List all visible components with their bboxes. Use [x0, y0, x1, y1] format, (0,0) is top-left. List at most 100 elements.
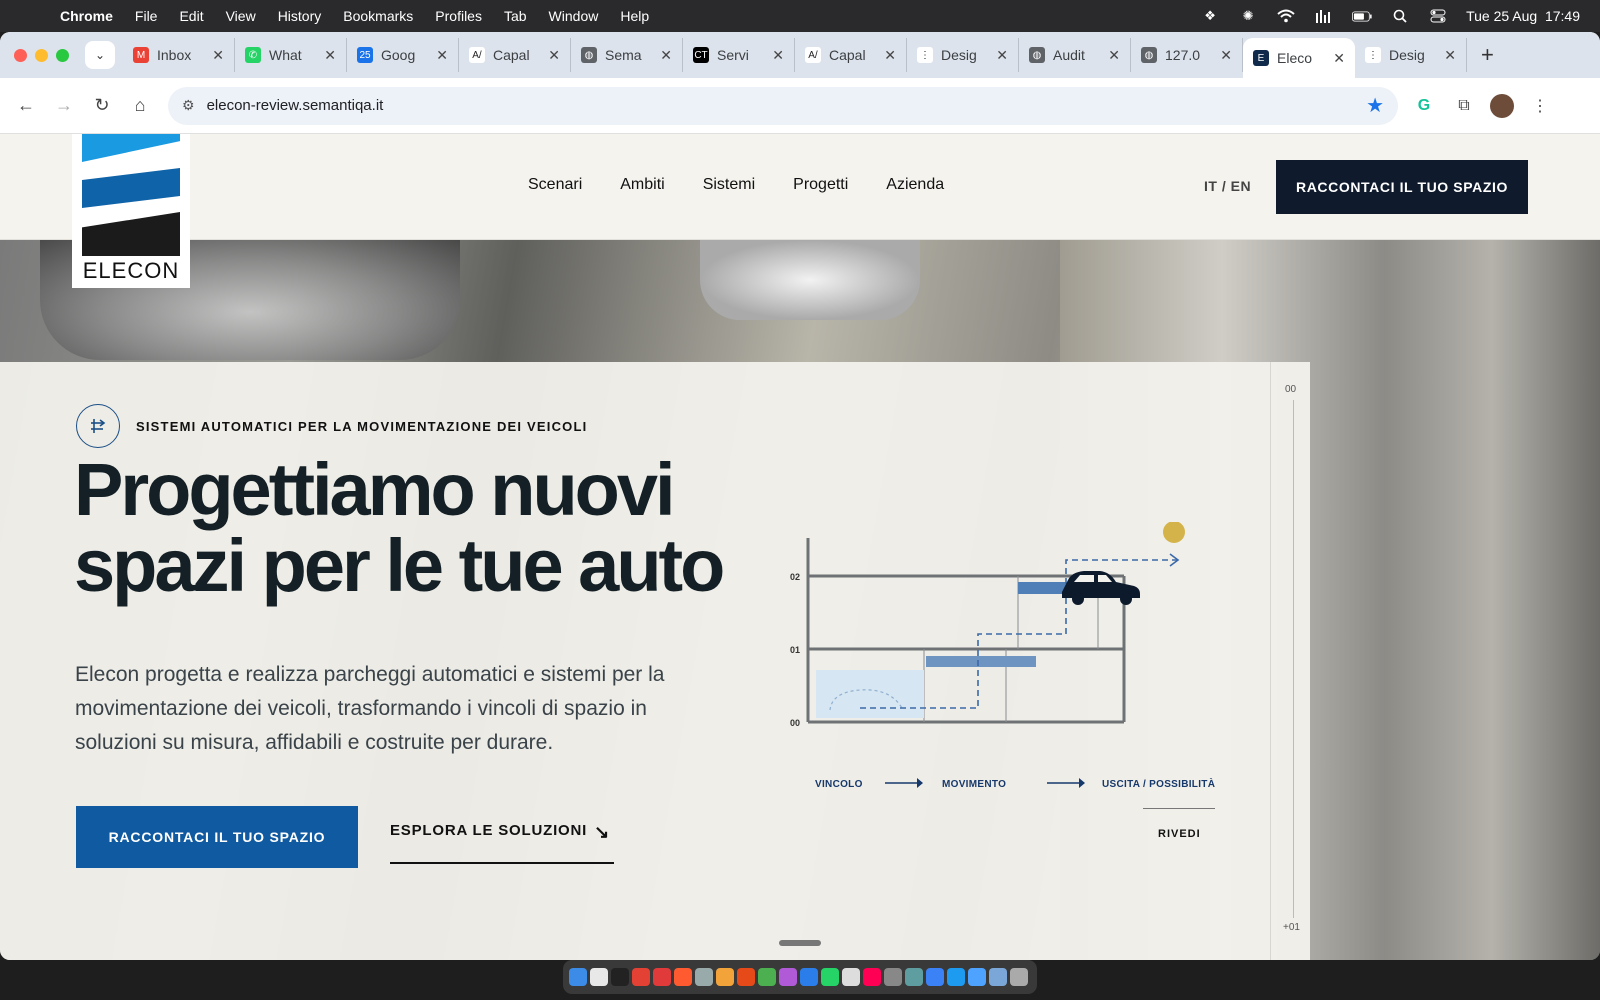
- dock-app-icon[interactable]: [1010, 968, 1028, 986]
- close-tab-icon[interactable]: ✕: [660, 47, 672, 64]
- browser-tab[interactable]: ✆ What ✕: [235, 38, 347, 72]
- menubar-clock[interactable]: Tue 25 Aug 17:49: [1466, 8, 1580, 24]
- language-switcher[interactable]: IT / EN: [1204, 178, 1251, 194]
- dock-app-icon[interactable]: [968, 968, 986, 986]
- browser-tab[interactable]: 25 Goog ✕: [347, 38, 459, 72]
- bookmark-star-icon[interactable]: ★: [1366, 93, 1384, 118]
- profile-avatar[interactable]: [1490, 93, 1514, 118]
- browser-tab[interactable]: CT Servi ✕: [683, 38, 795, 72]
- close-tab-icon[interactable]: ✕: [212, 47, 224, 64]
- dock-app-icon[interactable]: [674, 968, 692, 986]
- grammarly-icon[interactable]: G: [1410, 92, 1438, 120]
- dock-app-icon[interactable]: [863, 968, 881, 986]
- dock-app-icon[interactable]: [716, 968, 734, 986]
- close-tab-icon[interactable]: ✕: [996, 47, 1008, 64]
- menu-edit[interactable]: Edit: [179, 8, 203, 24]
- chrome-menu-icon[interactable]: ⋮: [1526, 92, 1554, 120]
- close-tab-icon[interactable]: ✕: [548, 47, 560, 64]
- close-tab-icon[interactable]: ✕: [884, 47, 896, 64]
- menu-history[interactable]: History: [278, 8, 322, 24]
- menu-app-name[interactable]: Chrome: [60, 8, 113, 24]
- dock-app-icon[interactable]: [884, 968, 902, 986]
- menu-view[interactable]: View: [226, 8, 256, 24]
- browser-tab[interactable]: ⋮ Desig ✕: [907, 38, 1019, 72]
- dock-app-icon[interactable]: [737, 968, 755, 986]
- new-tab-button[interactable]: +: [1481, 42, 1494, 68]
- menu-window[interactable]: Window: [549, 8, 599, 24]
- progress-line: [1293, 400, 1294, 918]
- browser-tab[interactable]: ◍ Audit ✕: [1019, 38, 1131, 72]
- dock-app-icon[interactable]: [758, 968, 776, 986]
- dock-app-icon[interactable]: [926, 968, 944, 986]
- close-tab-icon[interactable]: ✕: [1444, 47, 1456, 64]
- close-tab-icon[interactable]: ✕: [772, 47, 784, 64]
- site-settings-icon[interactable]: ⚙: [182, 97, 195, 114]
- scroll-indicator[interactable]: [779, 940, 821, 946]
- address-bar-url[interactable]: elecon-review.semantiqa.it: [207, 97, 384, 114]
- home-icon[interactable]: ⌂: [126, 92, 154, 120]
- browser-tab[interactable]: A/Capal ✕: [795, 38, 907, 72]
- nav-scenari[interactable]: Scenari: [528, 176, 582, 194]
- level-label-01: 01: [790, 645, 800, 655]
- dock-app-icon[interactable]: [779, 968, 797, 986]
- car-icon: [1062, 571, 1140, 605]
- tab-search-button[interactable]: ⌄: [85, 41, 115, 69]
- menu-tab[interactable]: Tab: [504, 8, 527, 24]
- browser-tab[interactable]: M Inbox ✕: [123, 38, 235, 72]
- close-window-button[interactable]: [14, 48, 27, 62]
- zoom-window-button[interactable]: [56, 48, 69, 62]
- browser-tab[interactable]: ◍ Sema ✕: [571, 38, 683, 72]
- explore-solutions-link[interactable]: ESPLORA LE SOLUZIONI ↘: [390, 822, 614, 864]
- menu-file[interactable]: File: [135, 8, 158, 24]
- nav-ambiti[interactable]: Ambiti: [620, 176, 664, 194]
- dock-app-icon[interactable]: [590, 968, 608, 986]
- dock-app-icon[interactable]: [632, 968, 650, 986]
- close-tab-icon[interactable]: ✕: [436, 47, 448, 64]
- reload-icon[interactable]: ↻: [88, 92, 116, 120]
- chatgpt-icon[interactable]: ✺: [1238, 8, 1258, 23]
- browser-tab[interactable]: ⋮ Desig ✕: [1355, 38, 1467, 72]
- dropbox-icon[interactable]: ❖: [1200, 8, 1220, 23]
- hero-contact-button[interactable]: RACCONTACI IL TUO SPAZIO: [76, 806, 358, 868]
- chevron-down-icon: ⌄: [94, 48, 106, 62]
- dock-app-icon[interactable]: [611, 968, 629, 986]
- battery-icon[interactable]: [1352, 9, 1372, 23]
- progress-end-label: +01: [1283, 922, 1300, 933]
- close-tab-icon[interactable]: ✕: [1333, 50, 1345, 67]
- header-contact-button[interactable]: RACCONTACI IL TUO SPAZIO: [1276, 160, 1528, 214]
- browser-tab[interactable]: E Eleco ✕: [1243, 38, 1355, 78]
- browser-tab[interactable]: ◍ 127.0 ✕: [1131, 38, 1243, 72]
- nav-sistemi[interactable]: Sistemi: [703, 176, 755, 194]
- menu-bookmarks[interactable]: Bookmarks: [343, 8, 413, 24]
- spotlight-search-icon[interactable]: [1390, 9, 1410, 23]
- dock-app-icon[interactable]: [653, 968, 671, 986]
- menu-help[interactable]: Help: [620, 8, 649, 24]
- extensions-puzzle-icon[interactable]: ⧉: [1450, 92, 1478, 120]
- forward-arrow-icon[interactable]: →: [50, 92, 78, 120]
- close-tab-icon[interactable]: ✕: [1108, 47, 1120, 64]
- dock-app-icon[interactable]: [842, 968, 860, 986]
- close-tab-icon[interactable]: ✕: [1220, 47, 1232, 64]
- dock-app-icon[interactable]: [989, 968, 1007, 986]
- replay-button[interactable]: RIVEDI: [1158, 828, 1201, 840]
- elecon-logo[interactable]: ELECON: [72, 134, 190, 288]
- close-tab-icon[interactable]: ✕: [324, 47, 336, 64]
- nav-progetti[interactable]: Progetti: [793, 176, 848, 194]
- dock-app-icon[interactable]: [569, 968, 587, 986]
- window-controls: [14, 48, 69, 62]
- dock-app-icon[interactable]: [800, 968, 818, 986]
- back-arrow-icon[interactable]: ←: [12, 92, 40, 120]
- web-page: Scenari Ambiti Sistemi Progetti Azienda …: [0, 134, 1600, 960]
- dock-app-icon[interactable]: [947, 968, 965, 986]
- minimize-window-button[interactable]: [35, 48, 48, 62]
- dock-app-icon[interactable]: [905, 968, 923, 986]
- audio-levels-icon[interactable]: [1314, 9, 1334, 23]
- menu-profiles[interactable]: Profiles: [435, 8, 482, 24]
- browser-tab[interactable]: A/Capal ✕: [459, 38, 571, 72]
- address-bar[interactable]: ⚙ elecon-review.semantiqa.it ★: [168, 86, 1398, 125]
- nav-azienda[interactable]: Azienda: [886, 176, 944, 194]
- control-center-icon[interactable]: [1428, 9, 1448, 23]
- wifi-icon[interactable]: [1276, 9, 1296, 23]
- dock-app-icon[interactable]: [695, 968, 713, 986]
- dock-app-icon[interactable]: [821, 968, 839, 986]
